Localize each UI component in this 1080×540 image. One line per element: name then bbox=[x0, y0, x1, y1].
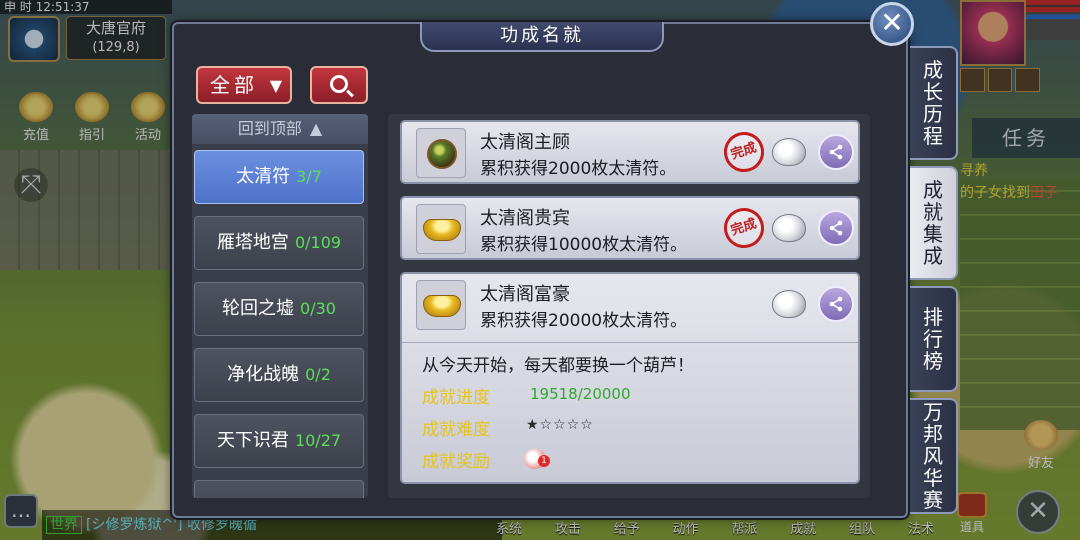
category-name: 太清符 bbox=[236, 166, 291, 187]
category-name: 净化战魄 bbox=[227, 364, 300, 385]
achievement-name: 太清阁主顾 bbox=[480, 132, 570, 153]
gold-ingot-icon bbox=[416, 280, 466, 330]
peach-icon bbox=[772, 214, 806, 242]
reward-peach-icon[interactable]: 1 bbox=[524, 449, 550, 469]
achievement-list[interactable]: 太清阁主顾 累积获得2000枚太清符。 完成 太清阁贵宾 累积获得10000枚太… bbox=[388, 114, 870, 498]
category-count: 0/2 bbox=[305, 365, 331, 384]
back-to-top-button[interactable]: 回到顶部 ▲ bbox=[192, 114, 368, 144]
achievement-modal: 功成名就 全部 ▼ 回到顶部 ▲ 太清符 3/7 雁塔地宫 0/109 轮回之墟 0/3… bbox=[172, 22, 958, 518]
tab-label: 成就集成 bbox=[923, 178, 943, 268]
category-count: 0/109 bbox=[294, 233, 342, 252]
category-item[interactable]: 净化战魄 0/2 bbox=[194, 348, 364, 402]
achievement-desc: 累积获得20000枚太清符。 bbox=[480, 311, 688, 331]
close-icon[interactable]: ✕ bbox=[870, 2, 914, 46]
achievement-name: 太清阁富豪 bbox=[480, 284, 570, 305]
achievement-card[interactable]: 太清阁贵宾 累积获得10000枚太清符。 完成 bbox=[400, 196, 860, 260]
tab-achievement-collection[interactable]: 成就集成 bbox=[910, 166, 958, 280]
filter-label: 全部 bbox=[210, 73, 258, 97]
detail-flavor-text: 从今天开始，每天都要换一个葫芦！ bbox=[422, 356, 694, 376]
tab-leaderboard[interactable]: 排行榜 bbox=[910, 286, 958, 392]
share-button[interactable] bbox=[818, 134, 854, 170]
category-name: 轮回之墟 bbox=[222, 298, 295, 319]
search-icon bbox=[330, 75, 348, 93]
gold-ingot-icon bbox=[416, 204, 466, 254]
category-item[interactable]: 轮回之墟 0/30 bbox=[194, 282, 364, 336]
category-name: 雁塔地宫 bbox=[216, 232, 289, 253]
completed-stamp-icon: 完成 bbox=[718, 126, 770, 178]
achievement-desc: 累积获得10000枚太清符。 bbox=[480, 235, 688, 255]
jade-orb-icon bbox=[416, 128, 466, 178]
tab-label: 排行榜 bbox=[923, 305, 943, 373]
share-button[interactable] bbox=[818, 286, 854, 322]
category-count: 0/30 bbox=[300, 299, 336, 318]
category-count: 10/27 bbox=[294, 431, 342, 450]
progress-label: 成就进度 bbox=[422, 388, 490, 408]
achievement-desc: 累积获得2000枚太清符。 bbox=[480, 159, 677, 179]
tab-growth-history[interactable]: 成长历程 bbox=[910, 46, 958, 160]
reward-count-badge: 1 bbox=[538, 455, 550, 467]
tab-competition[interactable]: 万邦风华赛 bbox=[910, 398, 958, 514]
share-icon bbox=[829, 144, 843, 160]
achievement-card[interactable]: 太清阁主顾 累积获得2000枚太清符。 完成 bbox=[400, 120, 860, 184]
progress-value: 19518/20000 bbox=[530, 385, 631, 403]
category-item[interactable] bbox=[194, 480, 364, 498]
peach-icon bbox=[772, 290, 806, 318]
category-list[interactable]: 回到顶部 ▲ 太清符 3/7 雁塔地宫 0/109 轮回之墟 0/30 净化战魄 0/2 … bbox=[192, 114, 368, 498]
chevron-down-icon: ▼ bbox=[269, 76, 282, 95]
difficulty-stars: ★☆☆☆☆ bbox=[526, 417, 594, 433]
achievement-card-expanded[interactable]: 太清阁富豪 累积获得20000枚太清符。 从今天开始，每天都要换一个葫芦！ 成就… bbox=[400, 272, 860, 484]
category-item[interactable]: 天下识君 10/27 bbox=[194, 414, 364, 468]
arrow-up-icon: ▲ bbox=[309, 119, 323, 138]
share-icon bbox=[829, 296, 843, 312]
category-item[interactable]: 太清符 3/7 bbox=[194, 150, 364, 204]
back-to-top-label: 回到顶部 bbox=[237, 119, 302, 138]
reward-label: 成就奖励 bbox=[422, 452, 490, 472]
achievement-detail: 从今天开始，每天都要换一个葫芦！ 成就进度 19518/20000 成就难度 ★… bbox=[402, 342, 858, 478]
tab-label: 成长历程 bbox=[923, 58, 943, 148]
filter-dropdown[interactable]: 全部 ▼ bbox=[196, 66, 292, 104]
completed-stamp-icon: 完成 bbox=[718, 202, 770, 254]
achievement-name: 太清阁贵宾 bbox=[480, 208, 570, 229]
difficulty-label: 成就难度 bbox=[422, 420, 490, 440]
category-item[interactable]: 雁塔地宫 0/109 bbox=[194, 216, 364, 270]
category-name: 天下识君 bbox=[216, 430, 289, 451]
category-count: 3/7 bbox=[296, 167, 322, 186]
share-icon bbox=[829, 220, 843, 236]
share-button[interactable] bbox=[818, 210, 854, 246]
modal-title: 功成名就 bbox=[420, 22, 664, 52]
tab-label: 万邦风华赛 bbox=[923, 400, 943, 512]
peach-icon bbox=[772, 138, 806, 166]
search-button[interactable] bbox=[310, 66, 368, 104]
